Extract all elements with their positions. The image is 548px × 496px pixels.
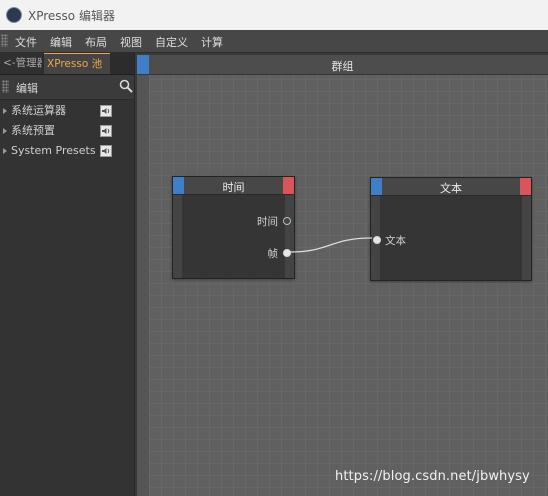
port-label-time: 时间	[257, 216, 278, 228]
panel-tabs: <-管理器 XPresso 池	[0, 53, 134, 75]
tree-item-system-presets-cn[interactable]: 系统预置	[0, 121, 134, 141]
tree-item-label: 系统预置	[11, 124, 55, 137]
menu-view[interactable]: 视图	[120, 34, 142, 50]
text-node[interactable]: 文本 文本	[370, 177, 532, 281]
port-label-frame: 帧	[267, 248, 279, 260]
menu-custom[interactable]: 自定义	[155, 34, 188, 50]
watermark-text: https://blog.csdn.net/jbwhysy	[335, 469, 530, 484]
port-label-text: 文本	[385, 235, 406, 247]
menu-edit[interactable]: 编辑	[50, 34, 72, 50]
panel-edit-menu[interactable]: 编辑	[16, 80, 38, 96]
output-port-time[interactable]	[283, 217, 291, 225]
menu-file[interactable]: 文件	[15, 34, 37, 50]
expand-arrow-icon[interactable]	[3, 148, 7, 154]
speaker-icon	[100, 145, 112, 157]
node-output-strip	[522, 196, 531, 280]
tree-item-system-presets[interactable]: System Presets	[0, 141, 134, 161]
tab-xpresso-pool[interactable]: XPresso 池	[44, 53, 110, 74]
tree-item-label: System Presets	[11, 144, 96, 157]
node-header[interactable]: 时间	[173, 177, 294, 195]
node-output-strip	[285, 195, 294, 278]
xpresso-editor-canvas[interactable]: 群组 时间 时间 帧 文本 文本	[137, 55, 548, 496]
tree-item-system-operators[interactable]: 系统运算器	[0, 101, 134, 121]
pool-tree: 系统运算器 系统预置 System Presets	[0, 101, 134, 161]
menu-layout[interactable]: 布局	[85, 34, 107, 50]
tab-manager[interactable]: <-管理器	[0, 53, 42, 74]
group-title: 群组	[331, 60, 354, 73]
expand-arrow-icon[interactable]	[3, 128, 7, 134]
panel-header: 编辑	[0, 75, 134, 100]
menu-calculate[interactable]: 计算	[201, 34, 223, 50]
window-title: XPresso 编辑器	[28, 9, 115, 23]
grip-handle-icon[interactable]	[2, 80, 9, 93]
node-input-strip	[173, 195, 182, 278]
xpresso-pool-panel: <-管理器 XPresso 池 编辑 系统运算器 系统预置 System Pre…	[0, 53, 135, 496]
node-title: 时间	[222, 181, 245, 194]
tree-item-label: 系统运算器	[11, 104, 66, 117]
menu-bar: 文件 编辑 布局 视图 自定义 计算	[0, 30, 548, 53]
node-header[interactable]: 文本	[371, 178, 531, 196]
input-port-text[interactable]	[373, 236, 381, 244]
window-titlebar: XPresso 编辑器	[0, 0, 548, 31]
output-port-frame[interactable]	[283, 249, 291, 257]
time-node[interactable]: 时间 时间 帧	[172, 176, 295, 279]
group-header[interactable]: 群组	[137, 55, 548, 75]
grip-handle-icon[interactable]	[1, 34, 8, 47]
search-icon[interactable]	[118, 78, 134, 94]
cinema4d-app-icon	[6, 7, 22, 23]
speaker-icon	[100, 105, 112, 117]
expand-arrow-icon[interactable]	[3, 108, 7, 114]
node-title: 文本	[440, 182, 462, 195]
group-side-strip	[137, 75, 149, 496]
speaker-icon	[100, 125, 112, 137]
